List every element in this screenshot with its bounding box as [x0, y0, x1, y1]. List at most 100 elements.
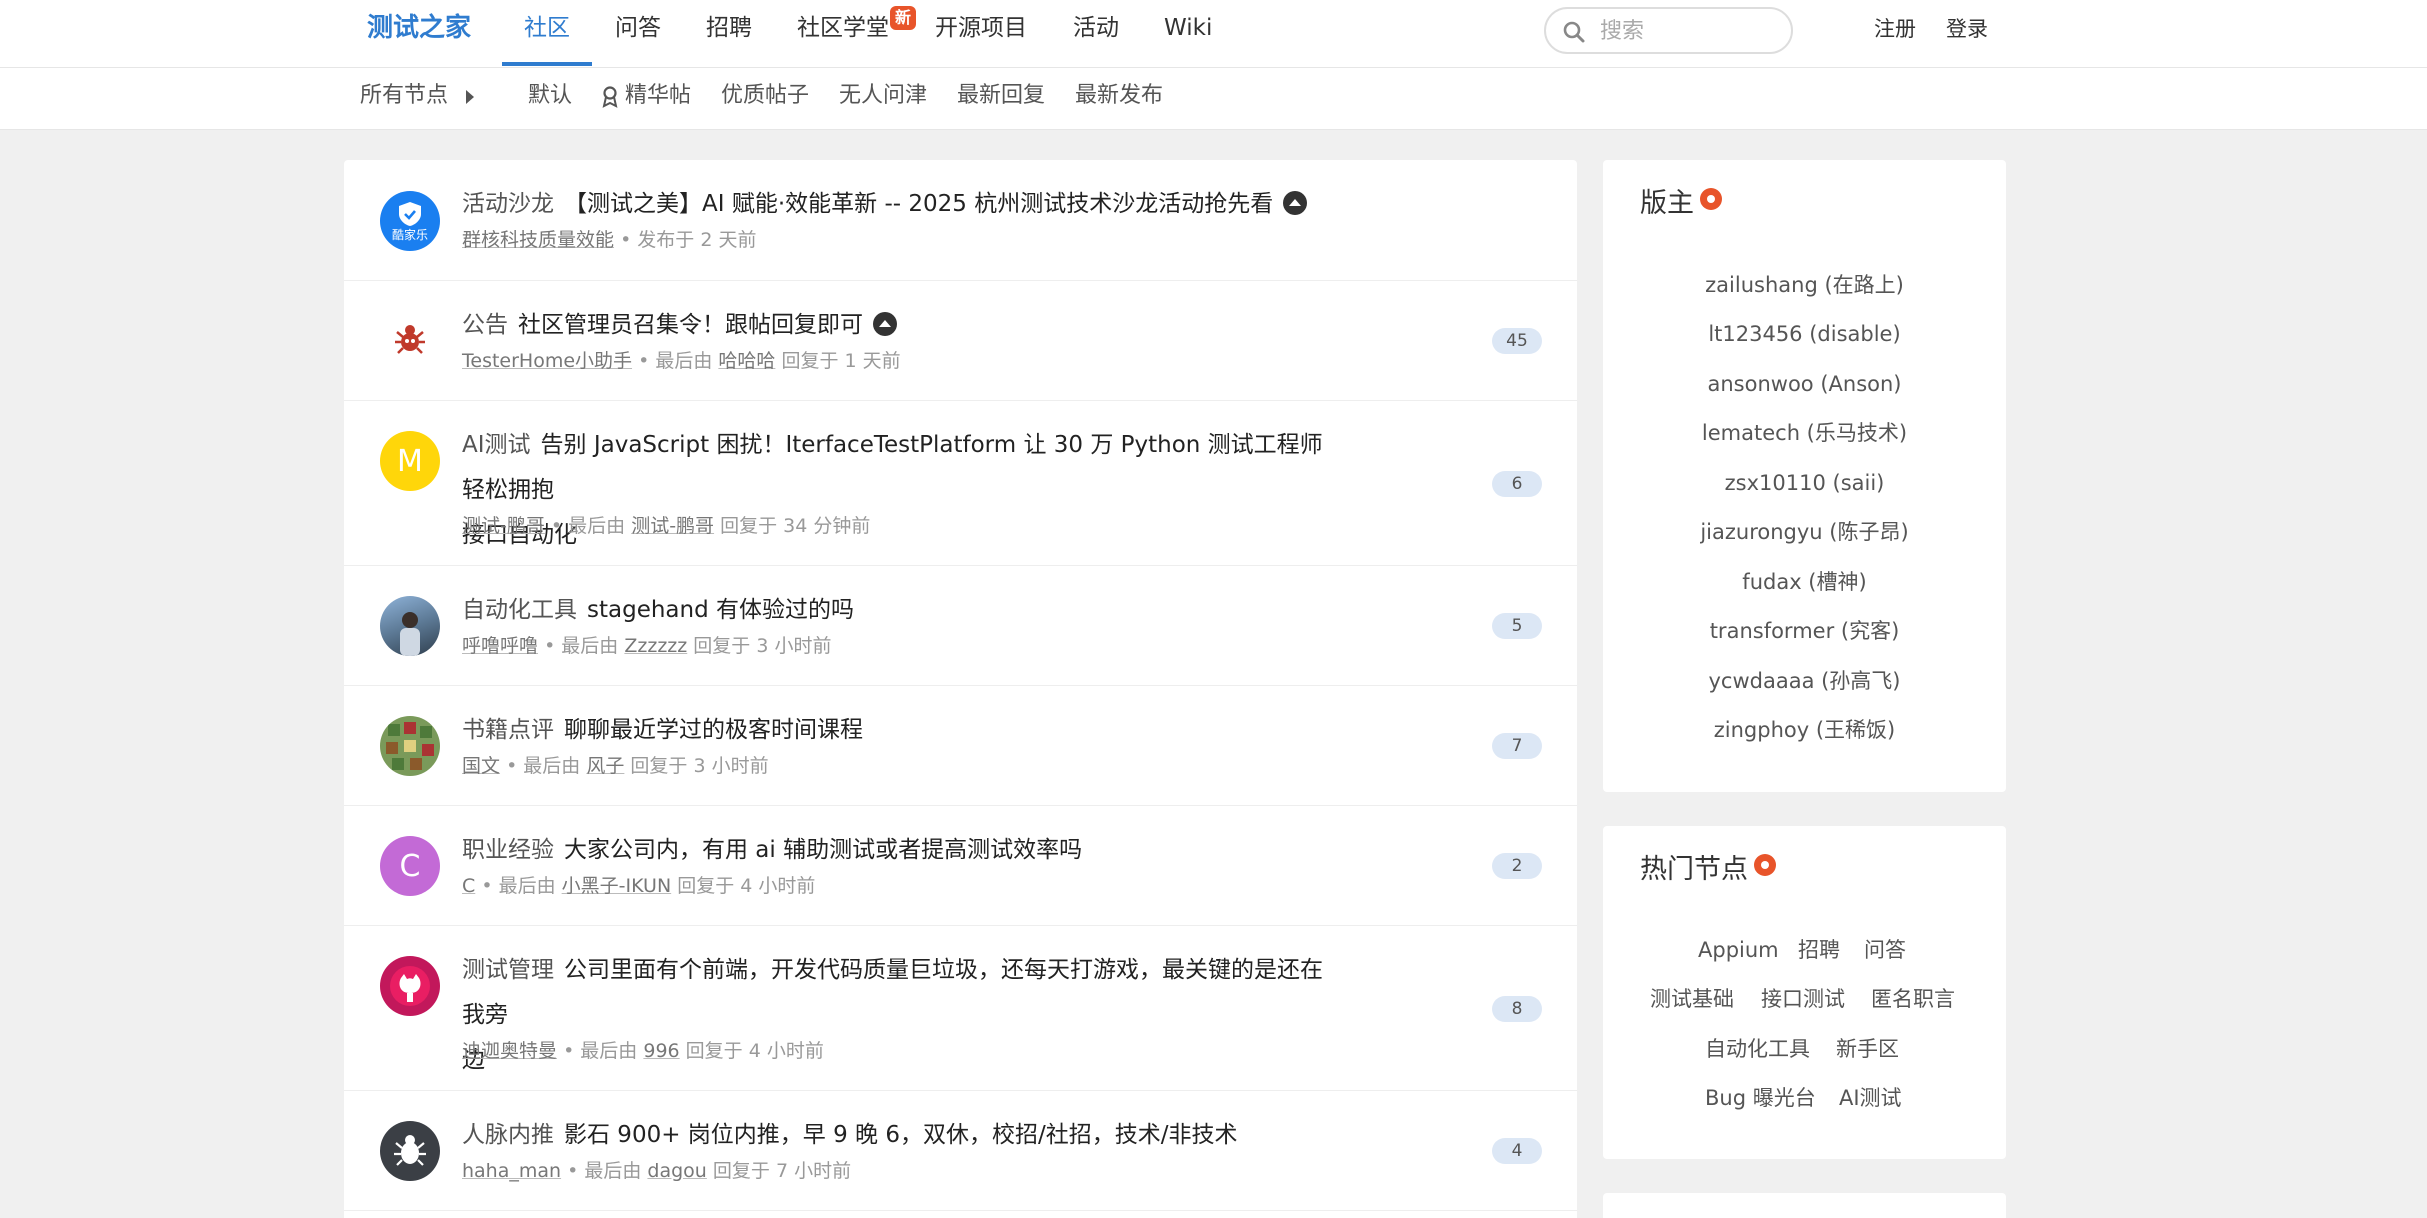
reply-count-badge[interactable]: 6: [1492, 471, 1542, 497]
last-reply-user[interactable]: 测试-鹏哥: [631, 515, 714, 537]
excellent-icon: [1283, 191, 1308, 215]
node-tag-jobs[interactable]: 招聘: [1798, 935, 1840, 965]
avatar[interactable]: C: [380, 836, 440, 896]
avatar[interactable]: [380, 596, 440, 656]
moderator-link[interactable]: zingphoy (王稀饭): [1603, 715, 2006, 745]
topic-author[interactable]: 国文: [462, 755, 500, 777]
search-box[interactable]: [1544, 7, 1793, 54]
avatar[interactable]: [380, 311, 440, 371]
node-tag-qa[interactable]: 问答: [1864, 935, 1906, 965]
last-reply-user[interactable]: Zzzzzz: [624, 635, 687, 657]
filter-default[interactable]: 默认: [528, 80, 572, 112]
site-logo[interactable]: 测试之家: [367, 10, 471, 46]
topic-node[interactable]: 测试管理: [462, 957, 554, 983]
avatar[interactable]: [380, 716, 440, 776]
topic-meta: TesterHome小助手 • 最后由 哈哈哈 回复于 1 天前: [462, 347, 901, 375]
topic-title[interactable]: 大家公司内，有用 ai 辅助测试或者提高测试效率吗: [564, 837, 1082, 863]
filter-excellent[interactable]: 精华帖: [625, 80, 691, 112]
bug-logo-icon: [394, 1135, 426, 1166]
topic-author[interactable]: C: [462, 875, 475, 897]
moderator-link[interactable]: transformer (究客): [1603, 616, 2006, 646]
topic-title[interactable]: 【测试之美】AI 赋能·效能革新 -- 2025 杭州测试技术沙龙活动抢先看: [564, 191, 1273, 217]
last-reply-user[interactable]: 哈哈哈: [718, 350, 775, 372]
topic-title[interactable]: 影石 900+ 岗位内推，早 9 晚 6，双休，校招/社招，技术/非技术: [564, 1122, 1238, 1148]
filter-no-reply[interactable]: 无人问津: [839, 80, 927, 112]
reply-count-badge[interactable]: 7: [1492, 733, 1542, 759]
award-icon: [602, 86, 618, 108]
filter-last-reply[interactable]: 最新回复: [957, 80, 1045, 112]
last-reply-user[interactable]: 996: [643, 1040, 679, 1062]
node-tag-appium[interactable]: Appium: [1698, 935, 1779, 965]
topic-title[interactable]: stagehand 有体验过的吗: [587, 597, 854, 623]
topic-node[interactable]: 职业经验: [462, 837, 554, 863]
topic-title[interactable]: 告别 JavaScript 困扰！IterfaceTestPlatform 让 …: [462, 432, 1323, 503]
nav-wiki[interactable]: Wiki: [1164, 12, 1212, 44]
node-tag-automation[interactable]: 自动化工具: [1705, 1034, 1810, 1064]
moderator-link[interactable]: ansonwoo (Anson): [1603, 369, 2006, 399]
topic-title[interactable]: 聊聊最近学过的极客时间课程: [564, 717, 863, 743]
topic-author[interactable]: 呼噜呼噜: [462, 635, 538, 657]
topic-heading: 人脉内推 影石 900+ 岗位内推，早 9 晚 6，双休，校招/社招，技术/非技术: [462, 1113, 1342, 1158]
nav-academy[interactable]: 社区学堂: [797, 12, 889, 44]
nav-jobs[interactable]: 招聘: [706, 12, 752, 44]
last-reply-user[interactable]: 小黑子-IKUN: [562, 875, 672, 897]
avatar[interactable]: [380, 1121, 440, 1181]
filter-popular[interactable]: 优质帖子: [721, 80, 809, 112]
topic-row[interactable]: 人脉内推 影石 900+ 岗位内推，早 9 晚 6，双休，校招/社招，技术/非技术…: [344, 1091, 1577, 1211]
topic-meta: C • 最后由 小黑子-IKUN 回复于 4 小时前: [462, 872, 815, 900]
topic-node[interactable]: 活动沙龙: [462, 191, 554, 217]
register-link[interactable]: 注册: [1874, 14, 1916, 44]
topic-node[interactable]: AI测试: [462, 432, 531, 458]
topic-node[interactable]: 人脉内推: [462, 1122, 554, 1148]
nav-community[interactable]: 社区: [524, 12, 570, 44]
moderator-link[interactable]: jiazurongyu (陈子昂): [1603, 517, 2006, 547]
last-reply-user[interactable]: 风子: [586, 755, 624, 777]
moderator-link[interactable]: zailushang (在路上): [1603, 270, 2006, 300]
nav-qa[interactable]: 问答: [615, 12, 661, 44]
moderator-link[interactable]: lt123456 (disable): [1603, 319, 2006, 349]
topic-row[interactable]: 酷家乐 活动沙龙 【测试之美】AI 赋能·效能革新 -- 2025 杭州测试技术沙…: [344, 160, 1577, 281]
topic-title[interactable]: 社区管理员召集令！跟帖回复即可: [518, 312, 863, 338]
topic-node[interactable]: 书籍点评: [462, 717, 554, 743]
reply-count-badge[interactable]: 5: [1492, 613, 1542, 639]
avatar[interactable]: 酷家乐: [380, 191, 440, 251]
moderator-link[interactable]: fudax (槽神): [1603, 567, 2006, 597]
nav-open-source[interactable]: 开源项目: [935, 12, 1027, 44]
topic-row[interactable]: 公告 社区管理员召集令！跟帖回复即可 TesterHome小助手 • 最后由 哈哈…: [344, 281, 1577, 401]
topic-row[interactable]: 自动化工具 stagehand 有体验过的吗 呼噜呼噜 • 最后由 Zzzzzz …: [344, 566, 1577, 686]
reply-count-badge[interactable]: 2: [1492, 853, 1542, 879]
moderator-link[interactable]: lematech (乐马技术): [1603, 418, 2006, 448]
node-tag-ai-testing[interactable]: AI测试: [1839, 1083, 1902, 1113]
topic-row[interactable]: C 职业经验 大家公司内，有用 ai 辅助测试或者提高测试效率吗 C • 最后由 …: [344, 806, 1577, 926]
reply-count-badge[interactable]: 45: [1492, 328, 1542, 354]
topic-author[interactable]: 测试-鹏哥: [462, 515, 545, 537]
moderator-link[interactable]: zsx10110 (saii): [1603, 468, 2006, 498]
reply-count-badge[interactable]: 8: [1492, 996, 1542, 1022]
avatar[interactable]: M: [380, 431, 440, 491]
reply-count-badge[interactable]: 4: [1492, 1138, 1542, 1164]
topic-row[interactable]: 测试管理 公司里面有个前端，开发代码质量巨垃圾，还每天打游戏，最关键的是还在我旁边…: [344, 926, 1577, 1091]
topic-row[interactable]: M AI测试 告别 JavaScript 困扰！IterfaceTestPlatf…: [344, 401, 1577, 566]
avatar[interactable]: [380, 956, 440, 1016]
topic-title[interactable]: 公司里面有个前端，开发代码质量巨垃圾，还每天打游戏，最关键的是还在我旁: [462, 957, 1323, 1028]
all-nodes-dropdown[interactable]: 所有节点: [360, 80, 448, 112]
nav-events[interactable]: 活动: [1073, 12, 1119, 44]
topic-author[interactable]: haha_man: [462, 1160, 561, 1182]
login-link[interactable]: 登录: [1946, 14, 1988, 44]
topic-author[interactable]: TesterHome小助手: [462, 350, 632, 372]
moderator-link[interactable]: ycwdaaaa (孙高飞): [1603, 666, 2006, 696]
node-tag-anonymous[interactable]: 匿名职言: [1871, 984, 1955, 1014]
topic-node[interactable]: 公告: [462, 312, 508, 338]
topic-author[interactable]: 群核科技质量效能: [462, 229, 614, 251]
topic-row[interactable]: 书籍点评 聊聊最近学过的极客时间课程 国文 • 最后由 风子 回复于 3 小时前 …: [344, 686, 1577, 806]
filter-newest[interactable]: 最新发布: [1075, 80, 1163, 112]
node-tag-newbie[interactable]: 新手区: [1836, 1034, 1899, 1064]
topic-author[interactable]: 迪迦奥特曼: [462, 1040, 557, 1062]
search-input[interactable]: [1600, 13, 1780, 49]
node-tag-bug-exposure[interactable]: Bug 曝光台: [1705, 1083, 1816, 1113]
last-reply-user[interactable]: dagou: [647, 1160, 706, 1182]
node-tag-testing-basics[interactable]: 测试基础: [1650, 984, 1734, 1014]
node-tag-api-testing[interactable]: 接口测试: [1761, 984, 1845, 1014]
topic-node[interactable]: 自动化工具: [462, 597, 577, 623]
last-reply-prefix: • 最后由: [638, 350, 713, 372]
